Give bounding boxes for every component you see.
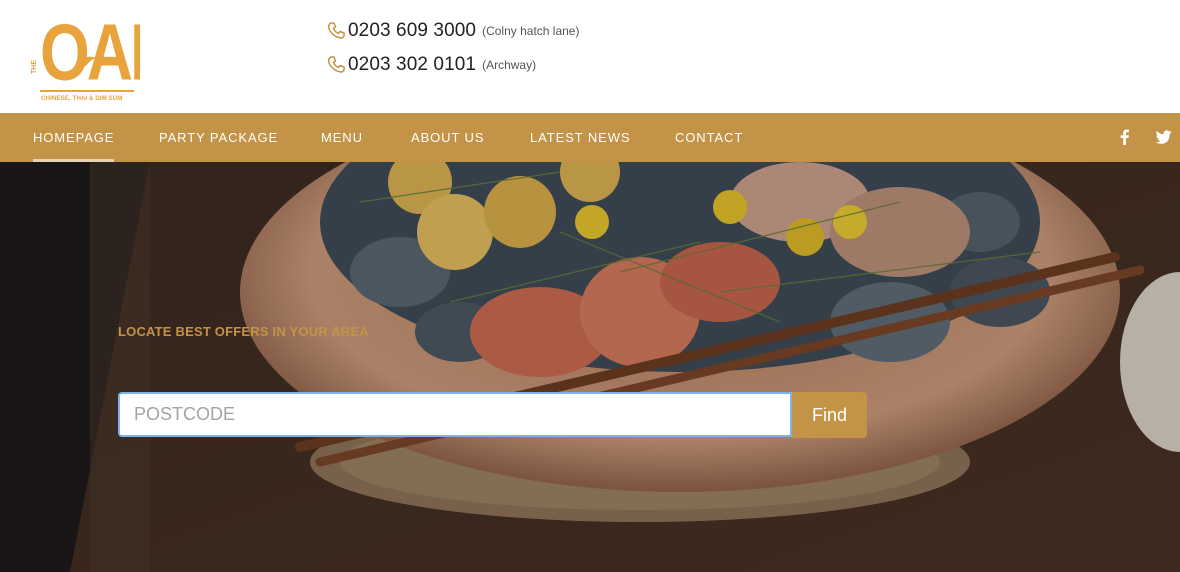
phone-location: (Archway) (482, 58, 537, 72)
nav-item-homepage[interactable]: HOMEPAGE (33, 113, 115, 162)
phone-row[interactable]: 0203 302 0101 (Archway) (326, 48, 579, 82)
find-button[interactable]: Find (792, 392, 867, 438)
hero-banner: LOCATE BEST OFFERS IN YOUR AREA Find (0, 162, 1180, 572)
nav-item-party-package[interactable]: PARTY PACKAGE (159, 113, 278, 162)
phone-number[interactable]: 0203 302 0101 (348, 54, 476, 76)
svg-text:CHINESE, THAI & DIM SUM: CHINESE, THAI & DIM SUM (41, 95, 123, 102)
postcode-search-input[interactable] (118, 392, 792, 437)
phone-row[interactable]: 0203 609 3000 (Colny hatch lane) (326, 14, 579, 48)
phone-list: 0203 609 3000 (Colny hatch lane) 0203 30… (326, 14, 579, 82)
nav-item-about-us[interactable]: ABOUT US (411, 113, 484, 162)
site-header: THE OAK CHINESE, THAI & DIM SUM 0203 609… (0, 0, 1180, 113)
facebook-icon[interactable] (1114, 126, 1136, 148)
phone-icon (327, 56, 345, 73)
phone-icon (327, 22, 345, 39)
phone-number[interactable]: 0203 609 3000 (348, 20, 476, 42)
hero-food-image (0, 162, 1180, 572)
oak-logo[interactable]: THE OAK CHINESE, THAI & DIM SUM (30, 2, 140, 104)
svg-text:OAK: OAK (40, 8, 140, 97)
phone-location: (Colny hatch lane) (482, 24, 580, 38)
svg-text:THE: THE (31, 60, 38, 74)
nav-item-latest-news[interactable]: LATEST NEWS (530, 113, 630, 162)
hero-tagline: LOCATE BEST OFFERS IN YOUR AREA (118, 324, 369, 339)
nav-item-menu[interactable]: MENU (321, 113, 363, 162)
nav-item-contact[interactable]: CONTACT (675, 113, 743, 162)
twitter-icon[interactable] (1153, 126, 1175, 148)
main-nav: HOMEPAGE PARTY PACKAGE MENU ABOUT US LAT… (0, 113, 1180, 162)
